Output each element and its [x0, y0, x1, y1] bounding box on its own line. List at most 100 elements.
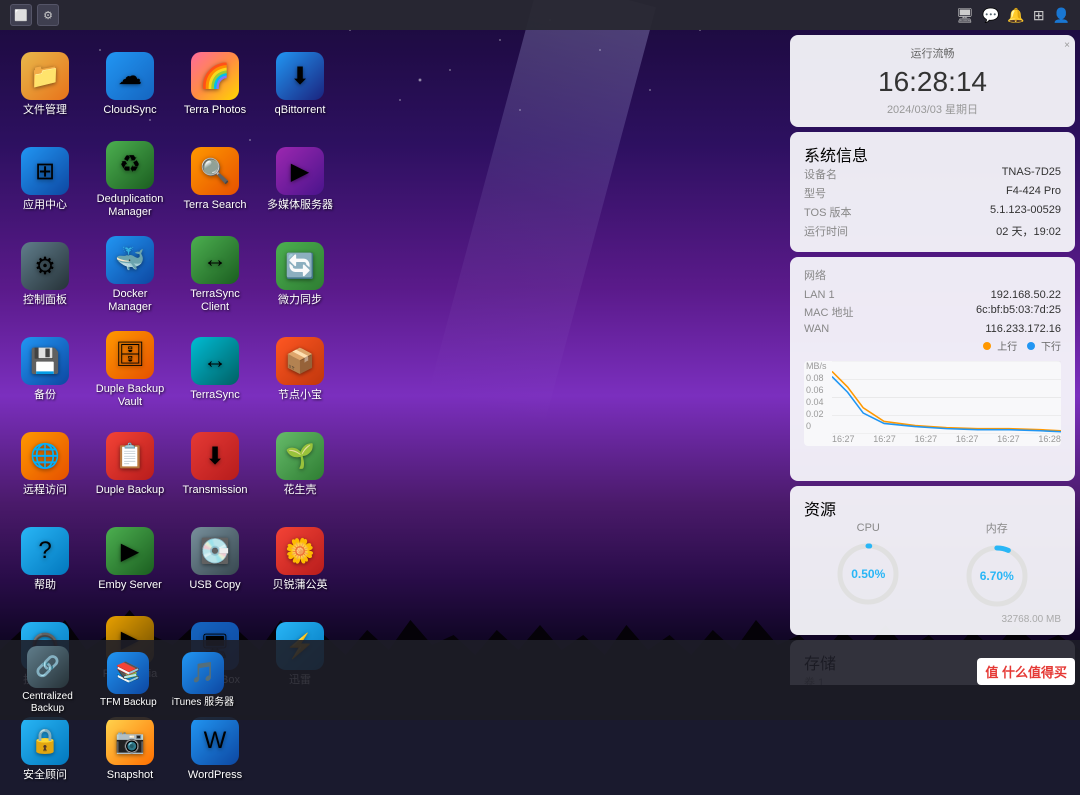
- network-widget: 网络 LAN 1 192.168.50.22 MAC 地址 6c:bf:b5:0…: [790, 257, 1075, 481]
- icon-label-control-panel: 控制面板: [23, 294, 67, 307]
- wan-label: WAN: [804, 323, 829, 335]
- wan-row: WAN 116.233.172.16: [804, 323, 1061, 335]
- icon-img-terra-search: 🔍: [191, 147, 239, 195]
- uptime-label: 运行时间: [804, 223, 848, 239]
- icon-label-wordpress: WordPress: [188, 769, 242, 782]
- desktop-icon-control-panel[interactable]: ⚙ 控制面板: [5, 230, 85, 320]
- icon-img-cloud-sync: ☁: [106, 52, 154, 100]
- icon-label-huashengke: 花生壳: [284, 484, 317, 497]
- widget-close-btn[interactable]: ×: [1064, 40, 1070, 51]
- desktop-icon-terra-photos[interactable]: 🌈 Terra Photos: [175, 40, 255, 130]
- icon-label-duple-backup-vault: Duple Backup Vault: [95, 383, 165, 409]
- taskbar-app-tfm-backup[interactable]: 📚 TFM Backup: [95, 649, 162, 712]
- icon-label-duple-backup2: Duple Backup: [96, 484, 165, 497]
- widget-panel: 运行流畅 16:28:14 2024/03/03 星期日 × 系统信息 设备名 …: [790, 35, 1075, 685]
- desktop-icon-duple-backup2[interactable]: 📋 Duple Backup: [90, 420, 170, 510]
- bell-icon[interactable]: 🔔: [1007, 7, 1024, 24]
- uptime-value: 02 天，19:02: [996, 223, 1061, 239]
- mem-value: 6.70%: [980, 569, 1014, 583]
- desktop-icon-help[interactable]: ? 帮助: [5, 515, 85, 605]
- cpu-item: CPU 0.50%: [833, 522, 903, 609]
- desktop-icon-jiedian-xiaobao[interactable]: 📦 节点小宝: [260, 325, 340, 415]
- model-row: 型号 F4-424 Pro: [804, 185, 1061, 201]
- desktop-icon-dedup-manager[interactable]: ♻ Deduplication Manager: [90, 135, 170, 225]
- desktop-icon-terrasync2[interactable]: ↔ TerraSync: [175, 325, 255, 415]
- network-title: 网络: [804, 267, 1061, 283]
- desktop-icon-usb-copy[interactable]: 💽 USB Copy: [175, 515, 255, 605]
- desktop-icon-weisync[interactable]: 🔄 微力同步: [260, 230, 340, 320]
- taskbar-app-itunes-server[interactable]: 🎵 iTunes 服务器: [167, 649, 239, 712]
- icon-label-terra-search: Terra Search: [184, 199, 247, 212]
- cpu-label: CPU: [857, 522, 880, 534]
- taskbar-right: 🖥 💬 🔔 ⊞ 👤: [956, 7, 1070, 24]
- icon-img-terra-photos: 🌈: [191, 52, 239, 100]
- icon-label-media-server: 多媒体服务器: [267, 199, 333, 212]
- desktop-icon-cloud-sync[interactable]: ☁ CloudSync: [90, 40, 170, 130]
- icon-img-docker-manager: 🐳: [106, 236, 154, 284]
- icon-img-backup: 💾: [21, 337, 69, 385]
- tos-value: 5.1.123-00529: [990, 204, 1061, 220]
- desktop-icon-huashengke[interactable]: 🌱 花生壳: [260, 420, 340, 510]
- grid-icon[interactable]: ⊞: [1033, 7, 1045, 24]
- icon-img-dedup-manager: ♻: [106, 141, 154, 189]
- desktop-icon-docker-manager[interactable]: 🐳 Docker Manager: [90, 230, 170, 320]
- icon-img-jiedian-xiaobao: 📦: [276, 337, 324, 385]
- icon-img-media-server: ▶: [276, 147, 324, 195]
- cpu-gauge: 0.50%: [833, 539, 903, 609]
- running-time: 16:28:14: [804, 66, 1061, 98]
- mac-value: 6c:bf:b5:03:7d:25: [976, 304, 1061, 320]
- chart-y-labels: MB/s 0.08 0.06 0.04 0.02 0: [804, 361, 832, 431]
- model-label: 型号: [804, 185, 826, 201]
- desktop-icon-remote-access[interactable]: 🌐 远程访问: [5, 420, 85, 510]
- lan-label: LAN 1: [804, 289, 835, 301]
- icon-img-huashengke: 🌱: [276, 432, 324, 480]
- desktop-icon-backup[interactable]: 💾 备份: [5, 325, 85, 415]
- icon-label-transmission: Transmission: [183, 484, 248, 497]
- icon-label-docker-manager: Docker Manager: [95, 288, 165, 314]
- desktop-icon-terra-search[interactable]: 🔍 Terra Search: [175, 135, 255, 225]
- icon-label-jiedian-xiaobao: 节点小宝: [278, 389, 322, 402]
- mac-row: MAC 地址 6c:bf:b5:03:7d:25: [804, 304, 1061, 320]
- icon-label-beiru: 贝锐蒲公英: [273, 579, 328, 592]
- desktop-icon-qbittorrent[interactable]: ⬇ qBittorrent: [260, 40, 340, 130]
- icon-img-help: ?: [21, 527, 69, 575]
- settings-icon[interactable]: ⚙: [37, 4, 59, 26]
- taskbar-left: ⬜ ⚙: [10, 4, 59, 26]
- window-icon[interactable]: ⬜: [10, 4, 32, 26]
- resources-widget: 资源 CPU 0.50% 内存: [790, 486, 1075, 635]
- user-icon[interactable]: 👤: [1053, 7, 1070, 24]
- icon-img-weisync: 🔄: [276, 242, 324, 290]
- device-row: 设备名 TNAS-7D25: [804, 166, 1061, 182]
- running-date: 2024/03/03 星期日: [804, 101, 1061, 117]
- desktop-icon-transmission[interactable]: ⬇ Transmission: [175, 420, 255, 510]
- icon-img-usb-copy: 💽: [191, 527, 239, 575]
- device-value: TNAS-7D25: [1002, 166, 1061, 182]
- icon-img-control-panel: ⚙: [21, 242, 69, 290]
- network-chart: MB/s 0.08 0.06 0.04 0.02 0: [804, 361, 1061, 471]
- icon-label-cloud-sync: CloudSync: [103, 104, 156, 117]
- desktop-icon-emby-server[interactable]: ▶ Emby Server: [90, 515, 170, 605]
- desktop-icon-beiru[interactable]: 🌼 贝锐蒲公英: [260, 515, 340, 605]
- taskbar-icon-img-itunes-server: 🎵: [182, 652, 224, 694]
- chart-x-labels: 16:27 16:27 16:27 16:27 16:27 16:28: [832, 432, 1061, 446]
- resources-title: 资源: [804, 496, 1061, 520]
- sysinfo-widget: 系统信息 设备名 TNAS-7D25 型号 F4-424 Pro TOS 版本 …: [790, 132, 1075, 252]
- desktop-icon-app-center[interactable]: ⊞ 应用中心: [5, 135, 85, 225]
- icon-img-security: 🔒: [21, 717, 69, 765]
- desktop-icon-terrasync-client[interactable]: ↔ TerraSync Client: [175, 230, 255, 320]
- lan-row: LAN 1 192.168.50.22: [804, 289, 1061, 301]
- monitor-icon[interactable]: 🖥: [956, 7, 974, 24]
- desktop-icon-media-server[interactable]: ▶ 多媒体服务器: [260, 135, 340, 225]
- taskbar-app-centralized-backup[interactable]: 🔗 Centralized Backup: [5, 643, 90, 718]
- desktop-icon-duple-backup-vault[interactable]: 🗄 Duple Backup Vault: [90, 325, 170, 415]
- icon-img-duple-backup-vault: 🗄: [106, 331, 154, 379]
- chat-icon[interactable]: 💬: [982, 7, 999, 24]
- icon-img-file-manager: 📁: [21, 52, 69, 100]
- device-label: 设备名: [804, 166, 837, 182]
- taskbar-top: ⬜ ⚙ 🖥 💬 🔔 ⊞ 👤: [0, 0, 1080, 30]
- desktop-icon-file-manager[interactable]: 📁 文件管理: [5, 40, 85, 130]
- mac-label: MAC 地址: [804, 304, 854, 320]
- sysinfo-title: 系统信息: [804, 142, 1061, 166]
- chart-legend: 上行 下行: [804, 338, 1061, 353]
- icon-img-beiru: 🌼: [276, 527, 324, 575]
